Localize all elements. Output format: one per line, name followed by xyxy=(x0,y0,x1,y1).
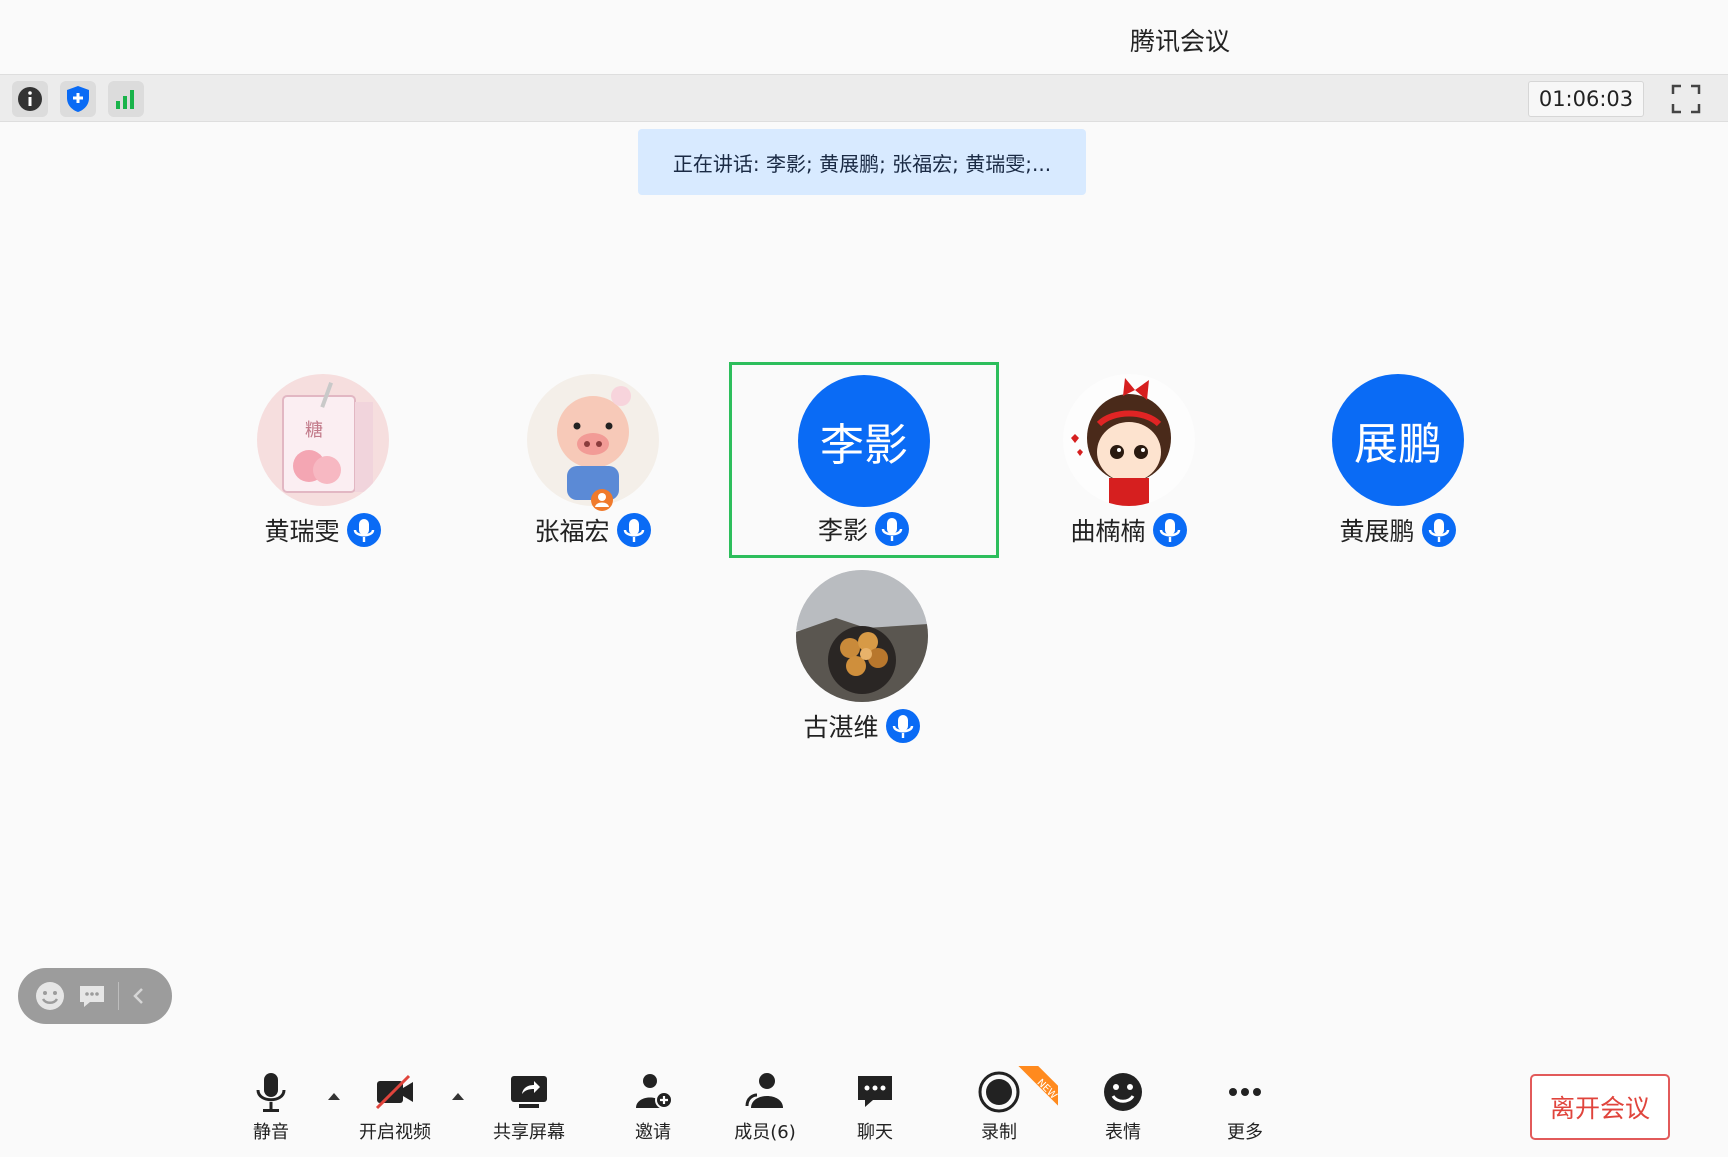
participant-name: 古湛维 xyxy=(803,713,879,742)
avatar xyxy=(1063,374,1195,506)
members-icon xyxy=(745,1073,783,1108)
mic-icon xyxy=(1152,513,1187,547)
leave-meeting-button[interactable]: 离开会议 xyxy=(1530,1074,1670,1140)
app-title: 腾讯会议 xyxy=(1129,27,1230,56)
participant-tile[interactable]: 古湛维 xyxy=(747,560,977,743)
avatar xyxy=(796,570,928,702)
avatar-initials: 李影 xyxy=(798,375,930,507)
svg-text:糖: 糖 xyxy=(305,420,323,441)
reaction-pill xyxy=(18,968,172,1024)
shield-icon[interactable] xyxy=(60,81,96,117)
info-icon[interactable] xyxy=(12,81,48,117)
add-user-icon xyxy=(636,1074,673,1109)
emoji-icon[interactable] xyxy=(34,980,66,1012)
avatar xyxy=(527,374,659,506)
chevron-left-icon[interactable] xyxy=(129,984,149,1008)
members-button[interactable]: 成员(6) xyxy=(710,1070,820,1150)
share-screen-icon xyxy=(511,1076,547,1108)
video-options-caret-icon[interactable] xyxy=(448,1088,468,1104)
mic-icon xyxy=(346,513,381,547)
mic-icon xyxy=(1421,513,1456,547)
host-badge-icon xyxy=(591,489,613,511)
participant-tile[interactable]: 曲楠楠 xyxy=(1014,364,1244,547)
meeting-toolbar: 静音 开启视频 共享屏幕 邀请 成员(6) 聊天 录制 NEW 表情 更多 离开… xyxy=(0,1058,1728,1157)
participant-name: 李影 xyxy=(817,516,868,545)
signal-icon[interactable] xyxy=(108,81,144,117)
avatar: 糖 xyxy=(257,374,389,506)
smile-icon xyxy=(1104,1073,1142,1111)
new-badge: NEW xyxy=(1018,1066,1058,1106)
meeting-timer: 01:06:03 xyxy=(1528,81,1644,117)
participant-tile-active[interactable]: 李影 李影 xyxy=(729,362,999,558)
participant-tile[interactable]: 展鹏 黄展鹏 xyxy=(1283,364,1513,547)
mic-icon xyxy=(875,512,909,546)
speaking-banner: 正在讲话: 李影; 黄展鹏; 张福宏; 黄瑞雯;... xyxy=(638,129,1086,195)
participant-name: 黄展鹏 xyxy=(1339,517,1415,546)
participant-name: 曲楠楠 xyxy=(1070,517,1146,546)
record-button[interactable]: 录制 NEW xyxy=(944,1066,1058,1150)
participant-name: 张福宏 xyxy=(534,517,610,546)
participant-tile[interactable]: 张福宏 xyxy=(478,364,708,547)
mic-icon xyxy=(616,513,651,547)
microphone-icon xyxy=(256,1073,286,1112)
mute-button[interactable]: 静音 xyxy=(216,1070,326,1150)
chat-bubble-icon[interactable] xyxy=(76,980,108,1012)
start-video-button[interactable]: 开启视频 xyxy=(340,1070,450,1150)
camera-off-icon xyxy=(375,1074,413,1110)
invite-button[interactable]: 邀请 xyxy=(598,1070,708,1150)
chat-button[interactable]: 聊天 xyxy=(820,1070,930,1150)
share-screen-button[interactable]: 共享屏幕 xyxy=(474,1070,584,1150)
avatar-initials: 展鹏 xyxy=(1332,374,1464,506)
fullscreen-icon[interactable] xyxy=(1670,83,1702,115)
svg-text:NEW: NEW xyxy=(1035,1077,1058,1101)
participant-name: 黄瑞雯 xyxy=(264,517,340,546)
chat-icon xyxy=(858,1076,892,1107)
emoji-button[interactable]: 表情 xyxy=(1068,1070,1178,1150)
participant-tile[interactable]: 糖 黄瑞雯 xyxy=(208,364,438,547)
title-bar: 腾讯会议 xyxy=(0,0,1728,74)
info-bar: 01:06:03 xyxy=(0,74,1728,122)
more-button[interactable]: 更多 xyxy=(1190,1070,1300,1150)
mic-icon xyxy=(885,709,920,743)
more-dots-icon xyxy=(1229,1088,1261,1096)
